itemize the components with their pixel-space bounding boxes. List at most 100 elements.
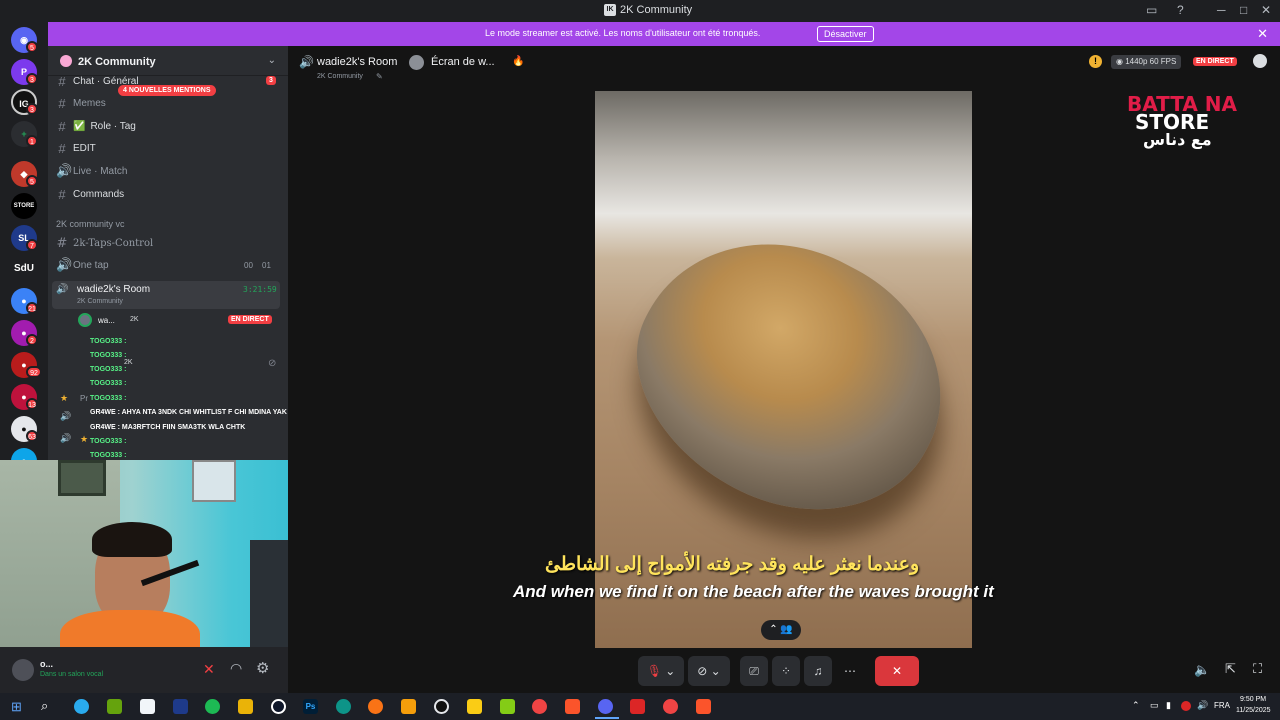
app-icon[interactable] [238,699,253,714]
voice-room-active[interactable]: 🔊 wadie2k's Room 2K Community 3:21:59 [52,281,280,309]
active-app-indicator [595,717,619,719]
channel-memes[interactable]: # Memes [56,94,105,112]
clock-time[interactable]: 9:50 PM [1240,696,1266,703]
channel-commands[interactable]: # Commands [56,185,124,203]
chrome-icon[interactable] [532,699,547,714]
pencil-icon[interactable]: ✎ [376,72,383,81]
settings-gear-icon[interactable]: ⚙ [256,659,269,677]
chat-overlay-line: TOGO333 : [90,380,127,387]
user-name: o... [40,659,53,669]
windows-taskbar: ⊞ ⌕ Ps ⌃ ▭ ▮ 🔊 FRA 9:50 PM 11/25/2025 [0,693,1280,720]
volume-icon[interactable]: 🔈 [1194,662,1210,678]
participants-toggle-button[interactable]: ⌃ 👥 [761,620,801,640]
close-window-button[interactable]: ✕ [1261,3,1271,17]
app-icon[interactable] [107,699,122,714]
soundboard-button[interactable]: ♫ [804,656,832,686]
brave-icon[interactable] [696,699,711,714]
windows-start-icon[interactable]: ⊞ [11,699,22,715]
channel-edit[interactable]: # EDIT [56,139,95,157]
speaker-icon: 🔊 [56,284,69,295]
guild-badge: 21 [26,302,38,314]
voice-status: Dans un salon vocal [40,671,104,678]
hash-icon: # [58,186,66,202]
minimize-button[interactable]: ─ [1217,3,1226,17]
app-icon[interactable] [336,699,351,714]
window-title: 2K Community [620,4,693,16]
spotify-icon[interactable] [205,699,220,714]
inbox-icon[interactable]: ▭ [1146,3,1157,17]
microphone-icon[interactable]: ▮ [1166,700,1171,711]
eye-icon: ◉ [1116,57,1126,66]
chat-overlay-line: TOGO333 : [90,395,127,402]
speaker-icon: 🔊 [60,411,72,421]
stone-image [595,192,972,560]
search-icon[interactable]: ⌕ [41,698,48,714]
obs-icon[interactable] [271,699,286,714]
mic-toggle-button[interactable]: 🎙 ⌄ [638,656,684,686]
app-icon[interactable] [630,699,645,714]
app-icon[interactable] [401,699,416,714]
more-options-button[interactable]: ⋯ [836,656,864,686]
hash-icon: # [58,73,66,89]
chat-overlay-line: TOGO333 : [90,452,127,459]
recording-icon[interactable] [1181,701,1191,711]
member-name: wa... [98,316,115,325]
voice-member[interactable]: wa... 2K EN DIRECT [78,313,278,329]
new-mentions-pill[interactable]: 4 NOUVELLES MENTIONS [118,85,216,96]
disconnect-button[interactable]: ✕ [875,656,919,686]
channel-sidebar: 2K Community ⌄ # Chat · Général 3 4 NOUVE… [48,46,288,460]
warning-icon[interactable]: ! [1089,55,1102,68]
subtitle-english: And when we find it on the beach after t… [513,582,994,601]
chat-bubble-icon[interactable] [1253,54,1267,68]
category-label: 2K community vc [56,219,125,229]
fullscreen-icon[interactable]: ⛶ [1253,661,1262,677]
category-voice[interactable]: 2K community vc [56,215,125,233]
photoshop-icon[interactable]: Ps [303,699,318,714]
app-icon[interactable] [140,699,155,714]
chat-overlay-line: TOGO333 : [90,338,127,345]
user-limit-a: 00 [244,260,253,270]
firefox-icon[interactable] [368,699,383,714]
app-icon[interactable] [173,699,188,714]
volume-icon[interactable]: 🔊 [1197,700,1208,711]
title-bar: IK 2K Community ▭ ? ─ □ ✕ [0,0,1280,21]
server-icon[interactable]: STORE [11,193,37,219]
channel-one-tap[interactable]: 🔊 One tap 00 01 [56,256,280,274]
guild-badge: 5 [26,41,38,53]
tray-chevron-icon[interactable]: ⌃ [1132,700,1140,711]
app-icon[interactable] [500,699,515,714]
store-logo-watermark: BATTA NA STORE مع دناس [1127,94,1237,149]
avatar[interactable] [12,659,34,681]
app-icon[interactable] [663,699,678,714]
room-subtitle: 2K Community [77,298,123,305]
quality-label: 1440p 60 FPS [1125,57,1177,66]
discord-icon[interactable] [598,699,613,714]
popout-icon[interactable]: ⇱ [1225,661,1236,677]
channel-taps-control[interactable]: #2k-Taps-Control [56,234,154,252]
room-name: wadie2k's Room [77,284,151,295]
chevron-down-icon[interactable]: ⌄ [268,55,276,66]
chat-overlay-line: GR4WE : MA3RFTCH FIIN SMA3TK WLA CHTK [90,424,246,431]
screen-share-button[interactable]: ⎚ [740,656,768,686]
clock-date[interactable]: 11/25/2025 [1236,707,1271,714]
activities-button[interactable]: ⁘ [772,656,800,686]
check-icon: ✅ [73,120,86,132]
server-label[interactable]: SdU [11,256,37,282]
camera-toggle-button[interactable]: ⊘ ⌄ [688,656,730,686]
guild-badge: 2 [26,334,38,346]
banner-close-icon[interactable]: ✕ [1257,26,1268,42]
maximize-button[interactable]: □ [1240,3,1247,17]
help-icon[interactable]: ? [1177,3,1184,17]
network-icon[interactable]: ▭ [1150,700,1159,711]
file-explorer-icon[interactable] [467,699,482,714]
brave-icon[interactable] [565,699,580,714]
channel-live-match[interactable]: 🔊 Live · Match [56,162,127,180]
disable-streamer-button[interactable]: Désactiver [817,26,874,42]
telegram-icon[interactable] [74,699,89,714]
app-icon[interactable] [434,699,449,714]
mic-muted-icon[interactable]: ✕ [203,661,215,678]
language-indicator[interactable]: FRA [1214,701,1230,710]
hash-icon: # [58,95,66,111]
channel-role-tag[interactable]: # ✅ Role · Tag [56,117,135,135]
headphones-icon[interactable]: ◠ [230,660,242,677]
